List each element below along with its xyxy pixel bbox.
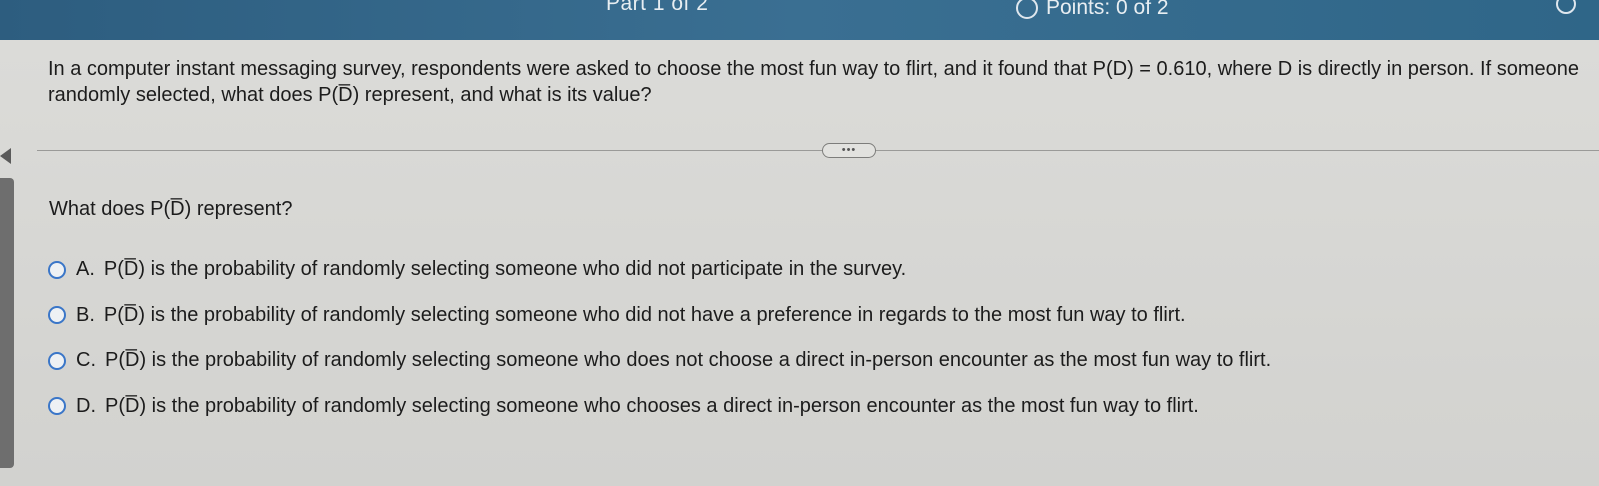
points-text: Points: 0 of 2: [1046, 0, 1169, 19]
radio-button-c[interactable]: [48, 351, 66, 370]
header-bar: Part 1 of 2 Points: 0 of 2: [0, 0, 1599, 40]
option-letter: C.: [76, 349, 96, 371]
refresh-icon[interactable]: [1556, 0, 1576, 14]
option-b[interactable]: B. P(D̅) is the probability of randomly …: [48, 304, 1271, 327]
scrollbar[interactable]: [0, 178, 14, 468]
question-line-1: In a computer instant messaging survey, …: [48, 58, 1579, 80]
option-c[interactable]: C. P(D̅) is the probability of randomly …: [48, 349, 1271, 372]
radio-button-b[interactable]: [48, 306, 66, 324]
option-text: P(D̅) is the probability of randomly sel…: [103, 303, 1186, 326]
radio-button-a[interactable]: [48, 260, 66, 279]
radio-button-d[interactable]: [48, 397, 66, 415]
part-indicator: Part 1 of 2: [606, 0, 709, 15]
subquestion-text: What does P(D̅) represent?: [49, 198, 293, 220]
option-d[interactable]: D. P(D̅) is the probability of randomly …: [48, 395, 1271, 418]
option-letter: B.: [76, 303, 95, 326]
collapse-arrow-icon[interactable]: [0, 148, 11, 164]
question-text: In a computer instant messaging survey, …: [48, 56, 1593, 108]
divider: [37, 150, 1599, 151]
option-a[interactable]: A. P(D̅) is the probability of randomly …: [48, 258, 1271, 281]
answer-options: A. P(D̅) is the probability of randomly …: [48, 258, 1271, 440]
points-indicator: Points: 0 of 2: [1016, 0, 1169, 20]
option-text: P(D̅) is the probability of randomly sel…: [105, 394, 1199, 417]
option-text: P(D̅) is the probability of randomly sel…: [103, 258, 907, 280]
points-circle-icon: [1016, 0, 1038, 19]
option-letter: A.: [76, 258, 95, 280]
expand-more-button[interactable]: •••: [822, 143, 876, 158]
option-text: P(D̅) is the probability of randomly sel…: [105, 349, 1272, 371]
option-letter: D.: [76, 394, 96, 417]
question-line-2: randomly selected, what does P(D̅) repre…: [48, 84, 652, 106]
